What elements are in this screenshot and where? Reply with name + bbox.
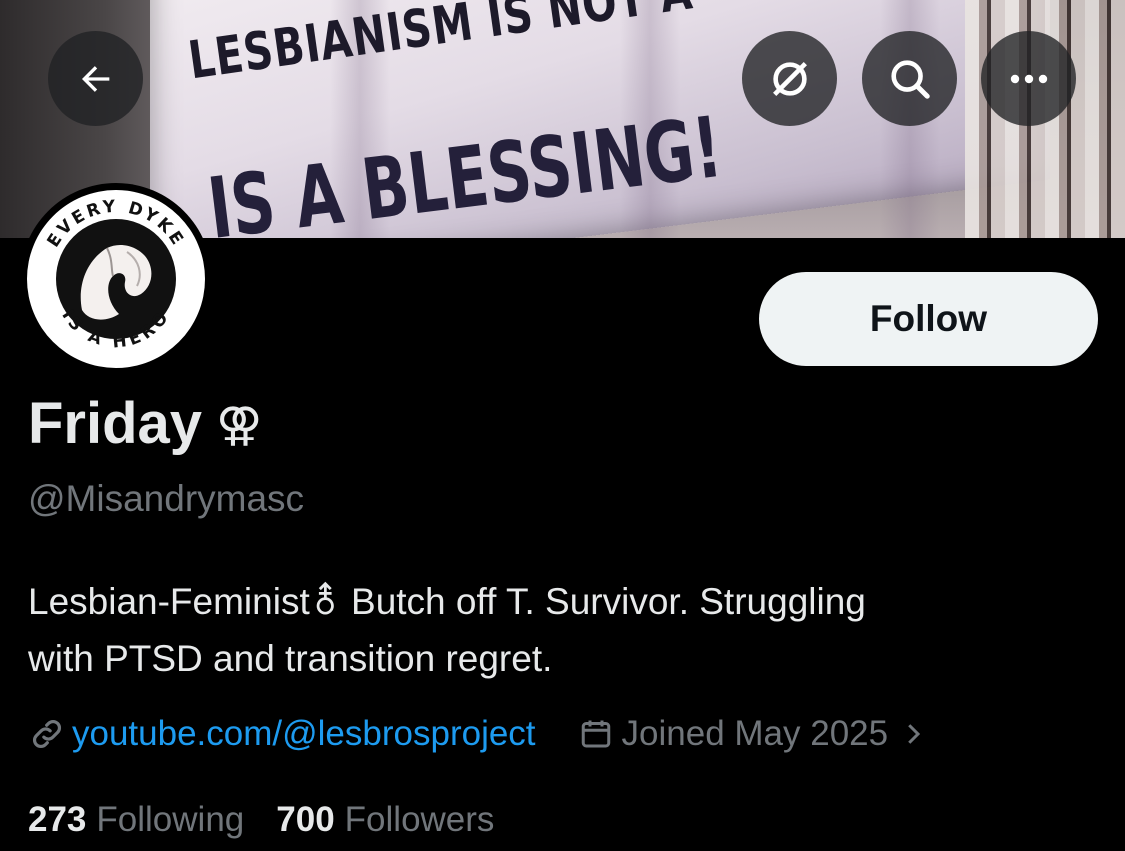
profile-meta: youtube.com/@lesbrosproject Joined May 2… [28,712,928,756]
bio-line: with PTSD and transition regret. [28,638,553,679]
joined-text: Joined May 2025 [621,714,889,753]
more-button[interactable] [981,31,1076,126]
avatar[interactable]: EVERY DYKE IS A HERO [20,183,212,375]
display-name-row: Friday ⚢ [28,390,262,457]
followers-stat[interactable]: 700 Followers [276,800,494,840]
link-icon [33,720,61,748]
search-button[interactable] [862,31,957,126]
followers-count: 700 [276,800,335,839]
search-icon [890,59,930,99]
following-count: 273 [28,800,87,839]
translate-off-icon [772,61,807,96]
website-link[interactable]: youtube.com/@lesbrosproject [72,714,536,754]
more-icon [1010,74,1047,83]
display-name: Friday [28,391,203,456]
calendar-icon [581,720,610,748]
chevron-right-icon [908,724,921,744]
bio: Lesbian-Feminist⚨ Butch off T. Survivor.… [28,573,1088,687]
following-stat[interactable]: 273 Following [28,800,244,840]
following-label: Following [96,800,245,839]
bio-line: Lesbian-Feminist⚨ Butch off T. Survivor.… [28,581,866,622]
lesbian-symbol-icon: ⚢ [216,397,263,450]
translate-button[interactable] [742,31,837,126]
joined-date[interactable]: Joined May 2025 [578,714,929,754]
user-handle: @Misandrymasc [28,478,305,519]
followers-label: Followers [344,800,495,839]
follow-stats: 273 Following 700 Followers [28,800,526,840]
follow-button[interactable]: Follow [759,272,1098,366]
back-arrow-icon [81,65,109,92]
back-button[interactable] [48,31,143,126]
avatar-logo: EVERY DYKE IS A HERO [32,195,200,363]
